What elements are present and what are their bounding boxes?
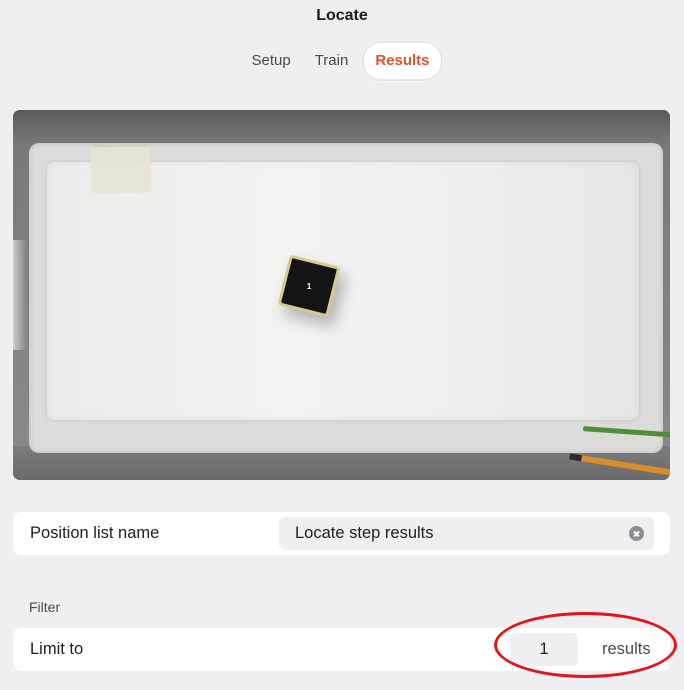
close-circle-icon[interactable] — [629, 526, 644, 541]
tab-results[interactable]: Results — [362, 41, 443, 81]
position-list-name-value: Locate step results — [295, 524, 434, 542]
limit-suffix: results — [602, 640, 651, 658]
tab-bar: Setup Train Results — [0, 41, 684, 81]
position-list-row: Position list name Locate step results — [13, 512, 670, 555]
tape-strip — [90, 146, 152, 194]
tab-setup[interactable]: Setup — [241, 41, 300, 81]
glare — [13, 240, 27, 350]
limit-input[interactable]: 1 — [510, 633, 578, 666]
tab-train[interactable]: Train — [305, 41, 359, 81]
limit-row: Limit to 1 results — [13, 628, 670, 671]
tray-inner — [47, 162, 639, 420]
position-list-label: Position list name — [30, 524, 160, 542]
camera-view: 1 — [13, 110, 670, 480]
position-list-name-input[interactable]: Locate step results — [279, 517, 654, 550]
located-object-label: 1 — [306, 281, 312, 291]
page-title: Locate — [316, 7, 368, 24]
filter-section-label: Filter — [29, 599, 61, 615]
camera-background-top — [13, 110, 670, 140]
limit-label: Limit to — [30, 640, 84, 658]
